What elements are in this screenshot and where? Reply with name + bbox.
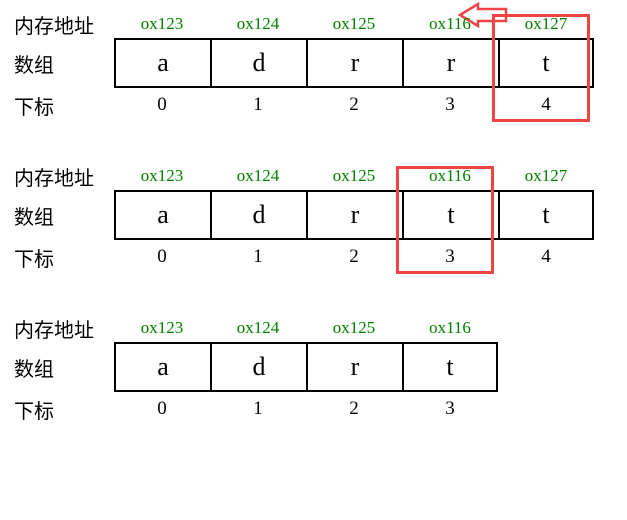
- label-array: 数组: [8, 49, 114, 78]
- address-cell: ox124: [210, 166, 306, 186]
- index-cell: 1: [210, 246, 306, 268]
- index-cell: 4: [498, 246, 594, 268]
- array-cell: t: [498, 38, 594, 88]
- array-row: a d r t t: [114, 190, 594, 240]
- address-cell: ox125: [306, 318, 402, 338]
- label-address: 内存地址: [8, 314, 114, 343]
- label-array: 数组: [8, 353, 114, 382]
- array-cell: t: [498, 190, 594, 240]
- memory-block-1: 内存地址 ox123 ox124 ox125 ox116 ox127 数组 a …: [8, 10, 619, 122]
- array-row: a d r t: [114, 342, 498, 392]
- index-cell: 4: [498, 94, 594, 116]
- address-cell: ox127: [498, 14, 594, 34]
- array-cell: t: [402, 342, 498, 392]
- array-cell: a: [114, 342, 210, 392]
- index-row: 0 1 2 3 4: [114, 94, 594, 116]
- address-cell: ox123: [114, 166, 210, 186]
- index-row: 0 1 2 3 4: [114, 246, 594, 268]
- array-cell: d: [210, 190, 306, 240]
- index-cell: 0: [114, 94, 210, 116]
- address-cell: ox123: [114, 14, 210, 34]
- array-cell: d: [210, 342, 306, 392]
- index-cell: 0: [114, 398, 210, 420]
- array-cell: a: [114, 190, 210, 240]
- address-cell: ox123: [114, 318, 210, 338]
- address-row: ox123 ox124 ox125 ox116: [114, 318, 498, 338]
- memory-block-2: 内存地址 ox123 ox124 ox125 ox116 ox127 数组 a …: [8, 162, 619, 274]
- address-cell: ox124: [210, 14, 306, 34]
- address-cell: ox127: [498, 166, 594, 186]
- memory-block-3: 内存地址 ox123 ox124 ox125 ox116 数组 a d r t …: [8, 314, 619, 426]
- array-cell: t: [402, 190, 498, 240]
- array-row: a d r r t: [114, 38, 594, 88]
- index-cell: 2: [306, 398, 402, 420]
- address-cell: ox116: [402, 14, 498, 34]
- label-address: 内存地址: [8, 10, 114, 39]
- address-row: ox123 ox124 ox125 ox116 ox127: [114, 14, 594, 34]
- label-index: 下标: [8, 243, 114, 272]
- address-cell: ox124: [210, 318, 306, 338]
- address-cell: ox125: [306, 14, 402, 34]
- index-cell: 1: [210, 94, 306, 116]
- index-cell: 3: [402, 246, 498, 268]
- label-array: 数组: [8, 201, 114, 230]
- array-cell: a: [114, 38, 210, 88]
- array-cell: r: [402, 38, 498, 88]
- index-cell: 1: [210, 398, 306, 420]
- label-index: 下标: [8, 91, 114, 120]
- index-cell: 2: [306, 94, 402, 116]
- index-cell: 0: [114, 246, 210, 268]
- index-cell: 2: [306, 246, 402, 268]
- index-row: 0 1 2 3: [114, 398, 498, 420]
- address-cell: ox116: [402, 318, 498, 338]
- array-cell: r: [306, 38, 402, 88]
- array-cell: r: [306, 190, 402, 240]
- index-cell: 3: [402, 398, 498, 420]
- label-address: 内存地址: [8, 162, 114, 191]
- array-cell: d: [210, 38, 306, 88]
- address-row: ox123 ox124 ox125 ox116 ox127: [114, 166, 594, 186]
- array-cell: r: [306, 342, 402, 392]
- address-cell: ox116: [402, 166, 498, 186]
- index-cell: 3: [402, 94, 498, 116]
- label-index: 下标: [8, 395, 114, 424]
- address-cell: ox125: [306, 166, 402, 186]
